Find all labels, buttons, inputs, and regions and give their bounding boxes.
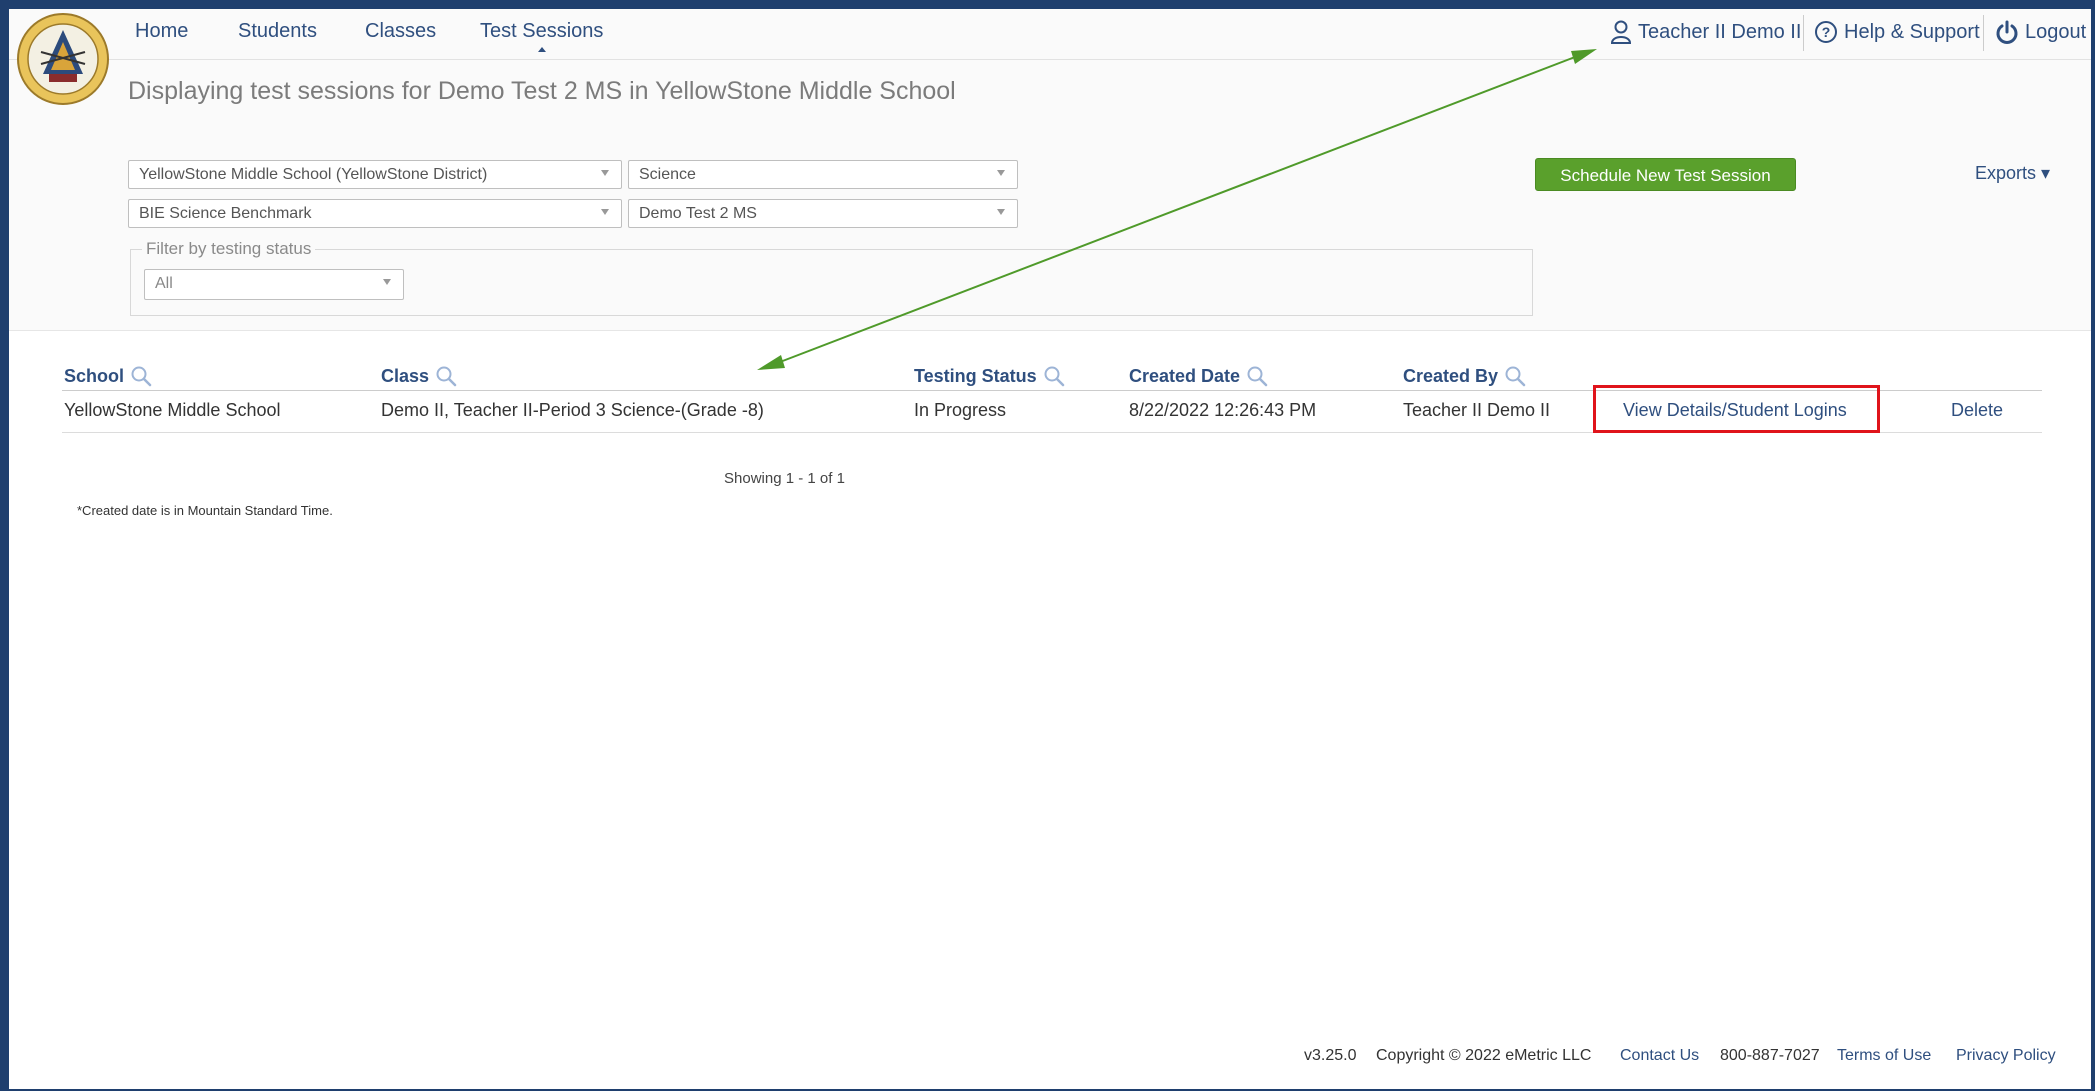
status-select-value: All: [155, 275, 173, 292]
cell-status: In Progress: [914, 400, 1007, 420]
delete-link[interactable]: Delete: [1951, 400, 2003, 421]
column-header-school[interactable]: School: [64, 365, 152, 387]
test-select[interactable]: Demo Test 2 MS: [628, 199, 1018, 228]
subject-select[interactable]: Science: [628, 160, 1018, 189]
help-support-link[interactable]: ? Help & Support: [1814, 20, 1980, 44]
pagination-info: Showing 1 - 1 of 1: [724, 470, 845, 487]
caret-down-icon: [601, 209, 609, 215]
nav-classes[interactable]: Classes: [365, 20, 436, 43]
assessment-select[interactable]: BIE Science Benchmark: [128, 199, 622, 228]
nav-students[interactable]: Students: [238, 20, 317, 43]
caret-down-icon: [997, 209, 1005, 215]
nav-home[interactable]: Home: [135, 20, 188, 43]
caret-down-icon: [997, 170, 1005, 176]
cell-created-by: Teacher II Demo II: [1403, 400, 1551, 420]
schedule-new-test-session-button[interactable]: Schedule New Test Session: [1535, 158, 1796, 191]
test-select-value: Demo Test 2 MS: [639, 205, 757, 222]
terms-of-use-link[interactable]: Terms of Use: [1837, 1047, 1931, 1065]
school-select[interactable]: YellowStone Middle School (YellowStone D…: [128, 160, 622, 189]
assessment-select-value: BIE Science Benchmark: [139, 205, 312, 222]
header-label: Created By: [1403, 365, 1499, 386]
search-icon[interactable]: [1504, 365, 1526, 387]
logout-label: Logout: [2025, 20, 2087, 43]
header-label: Testing Status: [914, 365, 1037, 386]
column-header-created-by[interactable]: Created By: [1403, 365, 1526, 387]
help-icon: ?: [1815, 21, 1837, 43]
exports-menu[interactable]: Exports ▾: [1975, 163, 2050, 184]
version-text: v3.25.0: [1304, 1047, 1357, 1064]
highlight-box: [1593, 385, 1880, 433]
help-label: Help & Support: [1844, 20, 1980, 43]
search-icon[interactable]: [1043, 365, 1065, 387]
header-label: School: [64, 365, 125, 386]
bie-logo-seal: [17, 13, 109, 105]
nav-divider: [1983, 15, 1984, 51]
nav-divider: [1803, 15, 1804, 51]
column-header-created-date[interactable]: Created Date: [1129, 365, 1268, 387]
school-select-value: YellowStone Middle School (YellowStone D…: [139, 166, 488, 183]
page-title: Displaying test sessions for Demo Test 2…: [128, 77, 956, 105]
logout-link[interactable]: Logout: [1995, 20, 2086, 44]
caret-down-icon: [383, 279, 391, 285]
header-label: Class: [381, 365, 430, 386]
column-header-class[interactable]: Class: [381, 365, 457, 387]
user-name: Teacher II Demo II: [1638, 20, 1802, 43]
user-icon: [1610, 20, 1632, 44]
status-select[interactable]: All: [144, 269, 404, 300]
search-icon[interactable]: [1246, 365, 1268, 387]
timezone-footnote: *Created date is in Mountain Standard Ti…: [77, 503, 333, 518]
subject-select-value: Science: [639, 166, 696, 183]
cell-school: YellowStone Middle School: [64, 400, 281, 420]
search-icon[interactable]: [435, 365, 457, 387]
header-label: Created Date: [1129, 365, 1241, 386]
column-header-testing-status[interactable]: Testing Status: [914, 365, 1065, 387]
status-filter-legend: Filter by testing status: [142, 239, 316, 259]
contact-us-link[interactable]: Contact Us: [1620, 1047, 1699, 1065]
caret-down-icon: [601, 170, 609, 176]
cell-class: Demo II, Teacher II-Period 3 Science-(Gr…: [381, 400, 764, 420]
power-icon: [1996, 20, 2018, 44]
search-icon[interactable]: [130, 365, 152, 387]
copyright-text: Copyright © 2022 eMetric LLC: [1376, 1047, 1592, 1064]
phone-text: 800-887-7027: [1720, 1047, 1820, 1064]
privacy-policy-link[interactable]: Privacy Policy: [1956, 1047, 2056, 1065]
user-menu[interactable]: Teacher II Demo II: [1610, 20, 1801, 44]
svg-text:?: ?: [1822, 24, 1831, 40]
cell-created-date: 8/22/2022 12:26:43 PM: [1129, 400, 1317, 420]
nav-test-sessions[interactable]: Test Sessions: [480, 20, 603, 52]
